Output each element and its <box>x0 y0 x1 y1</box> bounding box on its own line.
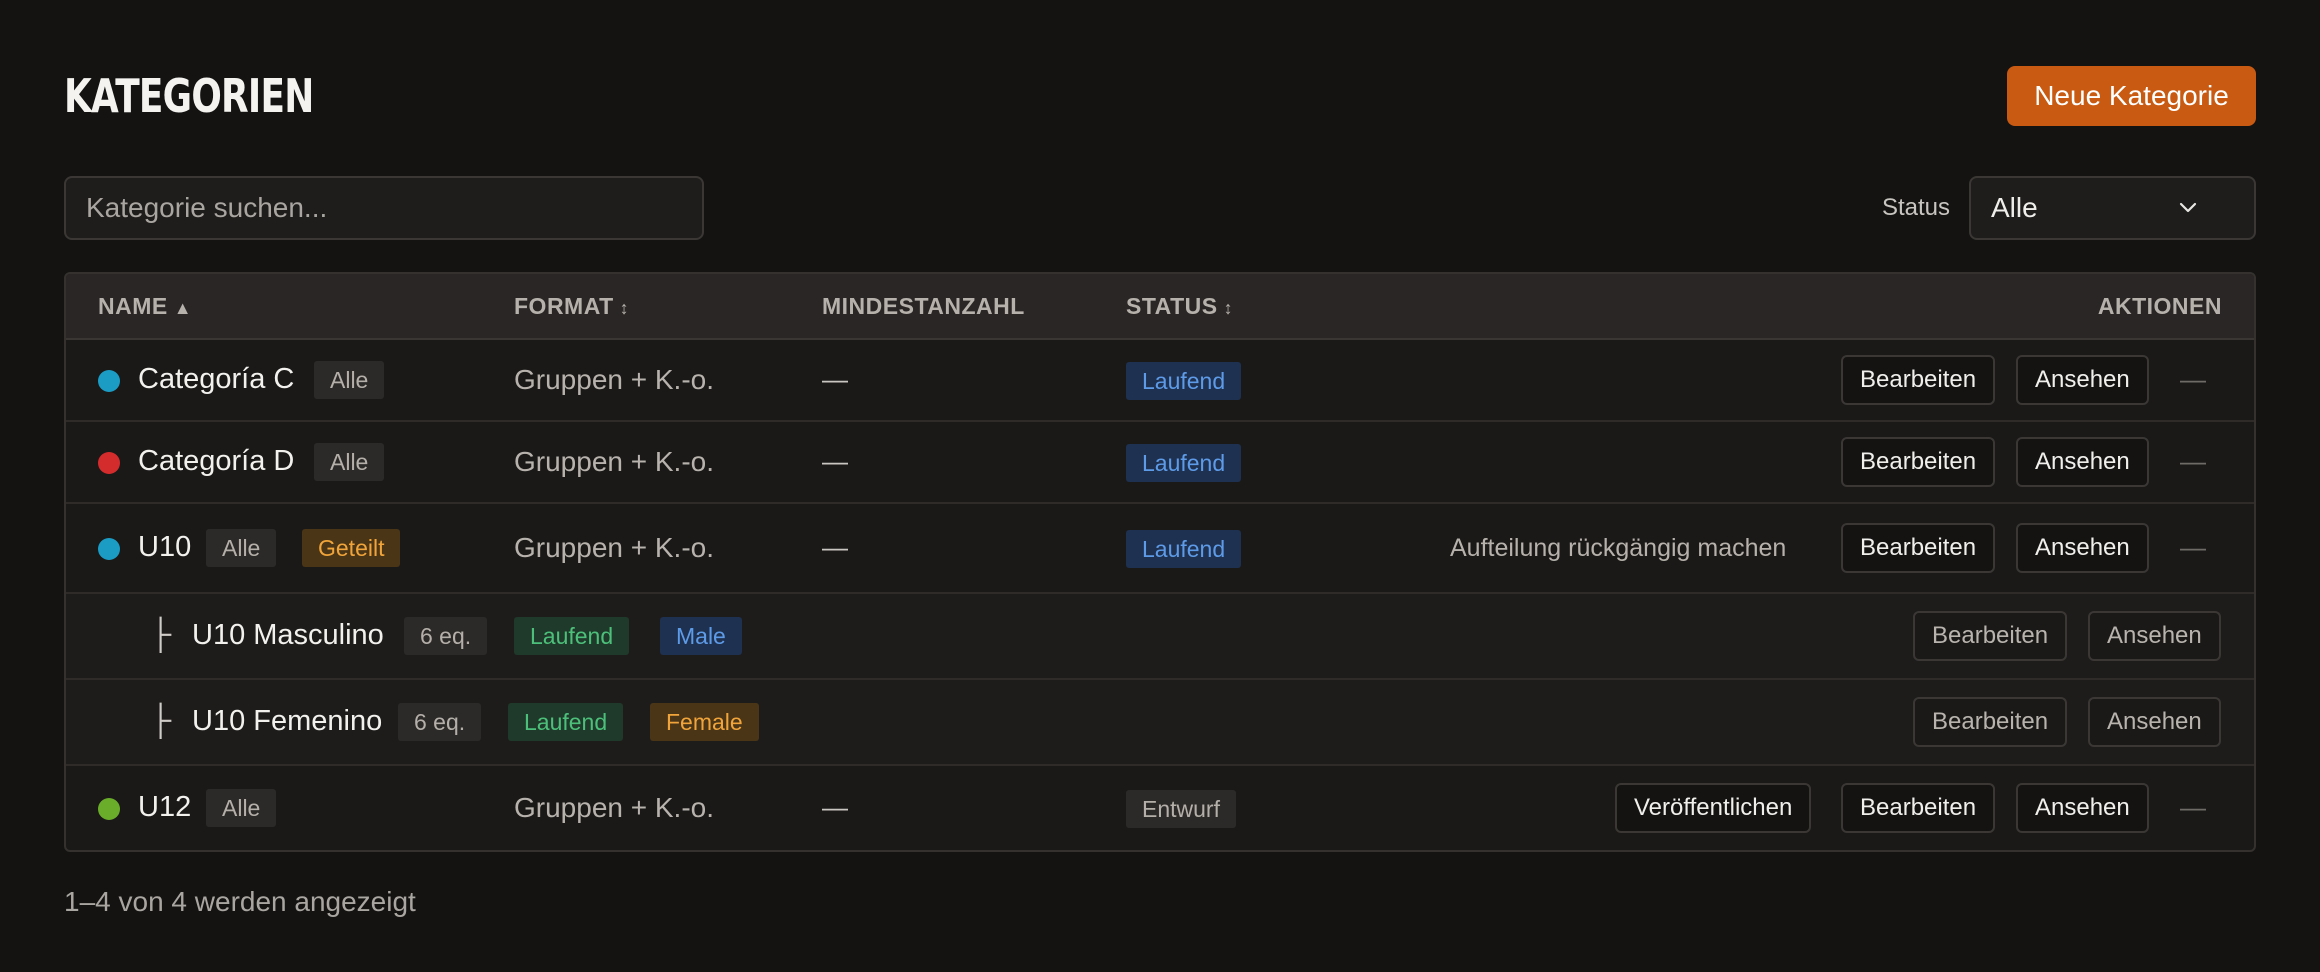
gender-badge: Male <box>660 617 742 655</box>
status-filter-label: Status <box>1881 194 1950 221</box>
min-cell: — <box>822 446 848 476</box>
sort-asc-icon: ▲ <box>173 298 193 318</box>
status-badge: Laufend <box>1126 444 1242 482</box>
edit-button[interactable]: Bearbeiten <box>1913 611 2068 661</box>
edit-button[interactable]: Bearbeiten <box>1841 523 1996 573</box>
view-button[interactable]: Ansehen <box>2088 697 2221 747</box>
category-name[interactable]: U12 <box>138 791 191 824</box>
edit-button[interactable]: Bearbeiten <box>1841 783 1996 833</box>
gender-badge: Female <box>650 703 759 741</box>
teams-badge: 6 eq. <box>404 617 488 655</box>
format-cell: Gruppen + K.-o. <box>514 364 715 395</box>
format-cell: Gruppen + K.-o. <box>514 446 715 477</box>
status-badge: Laufend <box>1126 362 1242 400</box>
view-button[interactable]: Ansehen <box>2088 611 2221 661</box>
min-cell: — <box>822 792 848 822</box>
edit-button[interactable]: Bearbeiten <box>1913 697 2068 747</box>
category-name[interactable]: U10 <box>138 531 191 564</box>
category-name[interactable]: Categoría D <box>138 445 294 478</box>
tree-branch-icon: ├ <box>150 618 172 651</box>
sort-icon: ↕ <box>619 298 630 318</box>
page-title: KATEGORIEN <box>64 69 314 123</box>
sort-icon: ↕ <box>1223 298 1234 318</box>
column-header-status[interactable]: STATUS ↕ <box>1126 274 1233 340</box>
new-category-button[interactable]: Neue Kategorie <box>2007 66 2256 126</box>
table-row: Categoría C Alle Gruppen + K.-o. — Laufe… <box>66 340 2254 422</box>
column-header-format[interactable]: FORMAT ↕ <box>514 274 629 340</box>
status-badge: Laufend <box>514 617 630 655</box>
view-button[interactable]: Ansehen <box>2016 523 2149 573</box>
scope-badge: Alle <box>314 443 385 481</box>
status-select-value: Alle <box>1991 192 2038 223</box>
pagination-summary: 1–4 von 4 werden angezeigt <box>64 886 416 917</box>
subcategory-name[interactable]: U10 Femenino <box>192 705 382 738</box>
table-header: NAME ▲ FORMAT ↕ MINDESTANZAHL STATUS ↕ AKTI… <box>66 274 2254 340</box>
split-badge: Geteilt <box>302 529 401 567</box>
search-input[interactable] <box>64 176 704 240</box>
view-button[interactable]: Ansehen <box>2016 783 2149 833</box>
sub-row: ├ U10 Femenino 6 eq. Laufend Female Bear… <box>66 680 2254 766</box>
edit-button[interactable]: Bearbeiten <box>1841 355 1996 405</box>
page-header: KATEGORIEN Neue Kategorie <box>64 66 2256 126</box>
status-select[interactable]: Alle <box>1969 176 2256 240</box>
table-row: Categoría D Alle Gruppen + K.-o. — Laufe… <box>66 422 2254 504</box>
column-name-label: NAME <box>98 293 168 319</box>
teams-badge: 6 eq. <box>398 703 482 741</box>
category-name[interactable]: Categoría C <box>138 363 294 396</box>
column-header-name[interactable]: NAME ▲ <box>98 274 192 340</box>
status-badge: Entwurf <box>1126 790 1236 828</box>
edit-button[interactable]: Bearbeiten <box>1841 437 1996 487</box>
view-button[interactable]: Ansehen <box>2016 437 2149 487</box>
undo-split-link[interactable]: Aufteilung rückgängig machen <box>1450 534 1786 563</box>
column-header-actions: AKTIONEN <box>2097 293 2222 319</box>
category-color-dot <box>98 538 120 560</box>
min-cell: — <box>822 364 848 394</box>
table-row: U10 Alle Geteilt Gruppen + K.-o. — Laufe… <box>66 504 2254 594</box>
more-actions[interactable]: — <box>2180 532 2206 563</box>
publish-button[interactable]: Veröffentlichen <box>1615 783 1812 833</box>
scope-badge: Alle <box>206 789 277 827</box>
column-status-label: STATUS <box>1126 293 1218 319</box>
scope-badge: Alle <box>206 529 277 567</box>
status-badge: Laufend <box>1126 530 1242 568</box>
category-color-dot <box>98 452 120 474</box>
more-actions[interactable]: — <box>2180 364 2206 395</box>
subcategory-name[interactable]: U10 Masculino <box>192 619 384 652</box>
category-color-dot <box>98 370 120 392</box>
view-button[interactable]: Ansehen <box>2016 355 2149 405</box>
tree-branch-icon: ├ <box>150 704 172 737</box>
more-actions[interactable]: — <box>2180 446 2206 477</box>
sub-row: ├ U10 Masculino 6 eq. Laufend Male Bearb… <box>66 594 2254 680</box>
column-header-min: MINDESTANZAHL <box>822 293 1025 319</box>
table-row: U12 Alle Gruppen + K.-o. — Entwurf Veröf… <box>66 766 2254 850</box>
chevron-down-icon <box>2179 202 2197 213</box>
format-cell: Gruppen + K.-o. <box>514 532 715 563</box>
categories-table: NAME ▲ FORMAT ↕ MINDESTANZAHL STATUS ↕ AKTI… <box>64 272 2256 852</box>
status-badge: Laufend <box>508 703 624 741</box>
category-color-dot <box>98 798 120 820</box>
min-cell: — <box>822 532 848 562</box>
more-actions[interactable]: — <box>2180 792 2206 823</box>
column-format-label: FORMAT <box>514 293 614 319</box>
format-cell: Gruppen + K.-o. <box>514 792 715 823</box>
scope-badge: Alle <box>314 361 385 399</box>
